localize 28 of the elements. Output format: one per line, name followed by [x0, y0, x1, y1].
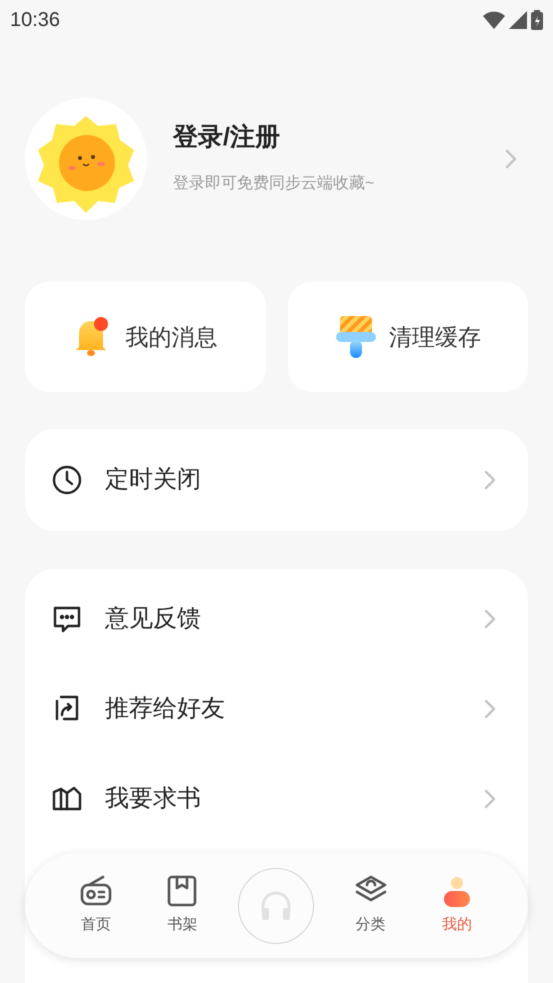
- bookmark-book-icon: [165, 874, 200, 908]
- chevron-right-icon: [484, 609, 496, 629]
- nav-tab[interactable]: 分类: [340, 874, 401, 937]
- quick-action-card[interactable]: 我的消息: [25, 282, 266, 392]
- nav-tab[interactable]: 首页: [66, 874, 126, 937]
- profile-header[interactable]: 登录/注册 登录即可免费同步云端收藏~: [25, 98, 517, 220]
- chevron-right-icon: [484, 789, 496, 809]
- signal-icon: [509, 11, 527, 29]
- menu-item[interactable]: 意见反馈: [25, 574, 528, 664]
- player-button[interactable]: [238, 868, 314, 944]
- chevron-right-icon: [484, 699, 496, 719]
- wifi-icon: [483, 11, 505, 29]
- menu-item[interactable]: 推荐给好友: [25, 664, 528, 754]
- paint-brush-icon: [334, 314, 377, 360]
- clock-icon: [51, 464, 83, 496]
- battery-icon: [531, 10, 543, 30]
- menu-item[interactable]: 我要求书: [25, 754, 528, 844]
- status-time: 10:36: [10, 8, 60, 33]
- nav-tab[interactable]: 书架: [152, 874, 212, 937]
- chevron-right-icon: [505, 149, 517, 169]
- timer-row[interactable]: 定时关闭: [25, 429, 528, 531]
- quick-action-card[interactable]: 清理缓存: [288, 282, 528, 392]
- login-title: 登录/注册: [173, 122, 281, 154]
- chevron-right-icon: [484, 470, 496, 490]
- login-subtitle: 登录即可免费同步云端收藏~: [173, 174, 376, 194]
- headphones-icon: [259, 888, 294, 922]
- radio-icon: [79, 874, 114, 908]
- timer-label: 定时关闭: [105, 465, 202, 495]
